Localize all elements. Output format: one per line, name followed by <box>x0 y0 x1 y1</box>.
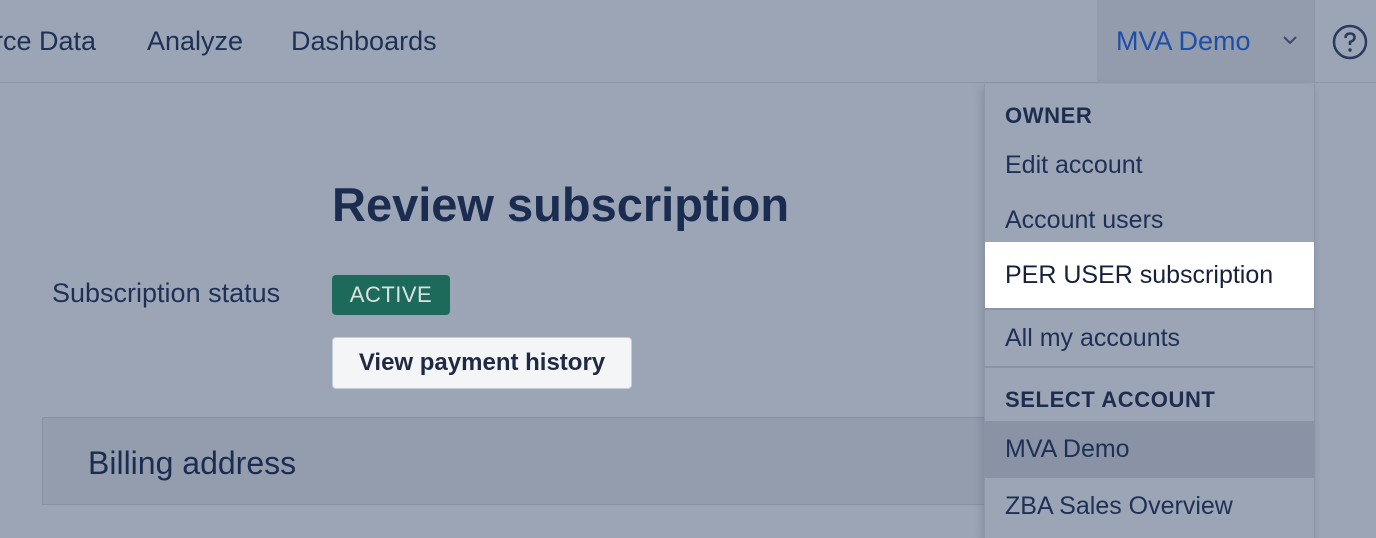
menu-item-all-my-accounts[interactable]: All my accounts <box>985 310 1314 366</box>
owner-section-header: OWNER <box>1005 103 1093 128</box>
account-switcher-button[interactable]: MVA Demo <box>1097 0 1315 83</box>
account-switcher-label: MVA Demo <box>1116 26 1251 56</box>
top-navigation-bar: rce Data Analyze Dashboards MVA Demo <box>0 0 1376 83</box>
nav-item-analyze[interactable]: Analyze <box>147 25 243 57</box>
subscription-status-label: Subscription status <box>52 278 281 308</box>
nav-item-source-data[interactable]: rce Data <box>0 25 96 57</box>
billing-address-title: Billing address <box>88 445 297 481</box>
menu-item-edit-account[interactable]: Edit account <box>985 146 1314 190</box>
menu-item-per-user-subscription[interactable]: PER USER subscription <box>985 242 1314 308</box>
billing-address-panel: Billing address <box>42 417 1042 505</box>
account-item-zba-sales-overview[interactable]: ZBA Sales Overview <box>985 478 1314 535</box>
select-account-section-header: SELECT ACCOUNT <box>1005 387 1216 412</box>
page-title: Review subscription <box>332 178 790 231</box>
nav-divider <box>1314 0 1315 83</box>
nav-item-dashboards[interactable]: Dashboards <box>291 25 437 57</box>
help-icon[interactable] <box>1332 24 1368 60</box>
account-dropdown-menu: OWNER Edit account Account users PER USE… <box>984 84 1315 538</box>
menu-item-account-users[interactable]: Account users <box>985 198 1314 242</box>
menu-divider <box>985 366 1314 368</box>
account-item-mva-demo[interactable]: MVA Demo <box>985 421 1314 478</box>
view-payment-history-button[interactable]: View payment history <box>332 337 632 389</box>
status-badge: ACTIVE <box>332 275 450 315</box>
chevron-down-icon <box>1283 36 1297 45</box>
